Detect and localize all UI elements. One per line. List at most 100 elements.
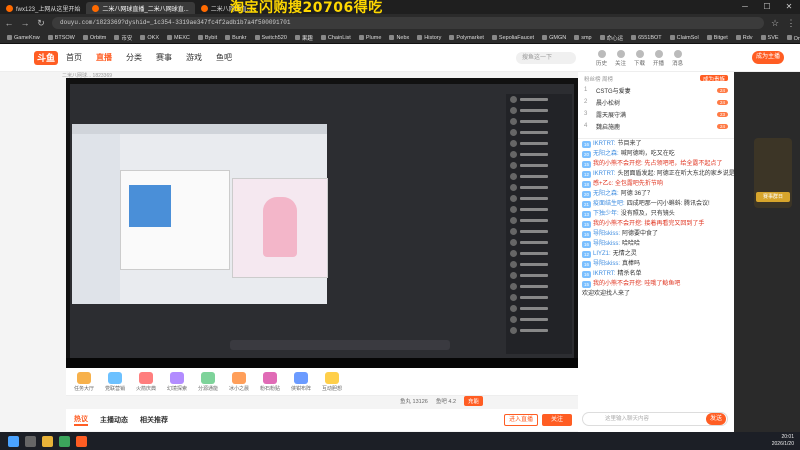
history-button[interactable]: 历史: [596, 50, 607, 67]
bookmark-item[interactable]: GameKnw: [4, 35, 43, 41]
ranking-row[interactable]: 4 魏启施鹿 24: [578, 120, 734, 132]
message-author[interactable]: 导阳skiss:: [593, 229, 620, 239]
bookmark-item[interactable]: Bitget: [704, 35, 731, 41]
become-streamer-button[interactable]: 成为主播: [752, 51, 784, 64]
video-player[interactable]: [66, 78, 578, 368]
ranking-row[interactable]: 2 晨小松树 24: [578, 96, 734, 108]
bookmark-item[interactable]: BTSOW: [45, 35, 78, 41]
forward-icon[interactable]: →: [20, 18, 30, 28]
url-input[interactable]: douyu.com/1823369?dyshid=_1c354-3319ae34…: [52, 17, 764, 29]
message-author[interactable]: IKRTRT:: [593, 169, 615, 179]
menu-icon[interactable]: ⋮: [786, 18, 796, 29]
message-author[interactable]: LIYZ1:: [593, 249, 611, 259]
browser-tab[interactable]: fwx123_上网从这里开始: [0, 2, 86, 14]
message-author[interactable]: IKRTRT:: [593, 139, 615, 149]
bookmark-item[interactable]: Bybit: [195, 35, 220, 41]
reload-icon[interactable]: ↻: [36, 18, 46, 29]
follow-list-button[interactable]: 关注: [615, 50, 626, 67]
message-author[interactable]: 导阳skiss:: [593, 259, 620, 269]
nav-live[interactable]: 直播: [96, 52, 112, 63]
bookmark-item[interactable]: 6551BOT: [628, 35, 665, 41]
bookmark-item[interactable]: ChainList: [318, 35, 354, 41]
chat-message: 16 IKRTRT: 精杀名单: [578, 269, 734, 279]
tab-streamer-news[interactable]: 主播动态: [100, 415, 128, 425]
folder-icon[interactable]: [42, 435, 53, 447]
search-input[interactable]: 搜鱼这一下: [516, 52, 576, 64]
bookmark-item[interactable]: Polymarket: [446, 35, 487, 41]
douyu-icon[interactable]: [76, 435, 87, 447]
bookmark-item[interactable]: Nebx: [386, 35, 412, 41]
message-author[interactable]: 无阳之森:: [593, 189, 619, 199]
noble-button[interactable]: 成为贵族: [699, 75, 728, 83]
message-author[interactable]: 疫面结生吧:: [593, 199, 625, 209]
bookmark-item[interactable]: SVE: [758, 35, 782, 41]
bookmark-item[interactable]: smp: [571, 35, 594, 41]
bookmark-item[interactable]: Bunkr: [222, 35, 249, 41]
nav-fishbar[interactable]: 鱼吧: [216, 52, 232, 63]
text-placeholder: [520, 318, 548, 321]
os-taskbar: [0, 432, 800, 450]
gift-item[interactable]: 分源通能: [194, 371, 222, 392]
bookmark-item[interactable]: Rdv: [733, 35, 756, 41]
message-author[interactable]: 导阳skiss:: [593, 239, 620, 249]
gift-item[interactable]: 党联营销: [101, 371, 129, 392]
stream-chat-row: [506, 193, 572, 204]
gift-item[interactable]: 互动胆想: [318, 371, 346, 392]
nav-games[interactable]: 游戏: [186, 52, 202, 63]
gift-item[interactable]: 粉石粉贴: [256, 371, 284, 392]
fans-count: 鱼丸 13126: [400, 399, 428, 405]
player-controls[interactable]: [66, 358, 578, 368]
back-icon[interactable]: ←: [4, 18, 14, 28]
bookmark-item[interactable]: OKX: [137, 35, 162, 41]
bookmark-item[interactable]: Plume: [356, 35, 385, 41]
messages-button[interactable]: 消息: [672, 50, 683, 67]
bookmark-favicon-icon: [706, 35, 712, 40]
message-author[interactable]: 无阳之森:: [593, 149, 619, 159]
tab-hot[interactable]: 热议: [74, 414, 88, 426]
message-author[interactable]: 下独少年:: [593, 209, 619, 219]
bookmark-item[interactable]: Switch520: [252, 35, 290, 41]
event-trophy[interactable]: 赛事群日: [754, 138, 792, 208]
bookmark-item[interactable]: ClaimSol: [667, 35, 702, 41]
ranking-row[interactable]: 3 露天展守满 23: [578, 108, 734, 120]
bookmark-item[interactable]: GMGN: [539, 35, 569, 41]
bookmark-label: Polymarket: [456, 34, 484, 41]
charge-button[interactable]: 充能: [464, 396, 484, 406]
bookmark-item[interactable]: 果趣: [292, 34, 316, 42]
tab-related[interactable]: 相关推荐: [140, 415, 168, 425]
browser-tab-active[interactable]: 二米八网球直播_二米八网球直...: [86, 2, 195, 14]
nav-category[interactable]: 分类: [126, 52, 142, 63]
bookmark-item[interactable]: History: [414, 35, 444, 41]
nav-home[interactable]: 首页: [66, 52, 82, 63]
site-logo[interactable]: 斗鱼: [34, 51, 58, 65]
start-icon[interactable]: [8, 435, 19, 447]
follow-button[interactable]: 关注: [542, 414, 572, 426]
close-icon[interactable]: ✕: [778, 0, 800, 14]
nav-events[interactable]: 赛事: [156, 52, 172, 63]
search-icon[interactable]: [25, 435, 36, 447]
bookmark-item[interactable]: SepoliaFaucet: [489, 35, 537, 41]
send-button[interactable]: 发送: [706, 413, 726, 425]
message-author[interactable]: IKRTRT:: [593, 269, 615, 279]
gift-item[interactable]: 冰小之晨: [225, 371, 253, 392]
chat-message: 16 导阳skiss: 阿德要中食了: [578, 229, 734, 239]
stream-desktop: [70, 84, 574, 358]
bookmark-item[interactable]: 币安: [111, 34, 135, 42]
ranking-row[interactable]: 1 CSTG与爱妻 24: [578, 84, 734, 96]
enter-live-button[interactable]: 进入直播: [504, 414, 538, 426]
broadcast-button[interactable]: 开播: [653, 50, 664, 67]
bookmark-item[interactable]: Onlve - 鑫鑫: [784, 34, 800, 42]
chrome-icon[interactable]: [59, 435, 70, 447]
chat-header-title[interactable]: 粉丝榜 周榜: [584, 75, 613, 83]
gift-item[interactable]: 任务大厅: [70, 371, 98, 392]
maximize-icon[interactable]: ☐: [756, 0, 778, 14]
minimize-icon[interactable]: ─: [734, 0, 756, 14]
bookmark-item[interactable]: Orbitm: [80, 35, 110, 41]
download-button[interactable]: 下载: [634, 50, 645, 67]
gift-item[interactable]: 侠钳布阵: [287, 371, 315, 392]
gift-item[interactable]: 火箭庆典: [132, 371, 160, 392]
bookmark-item[interactable]: MEXC: [164, 35, 193, 41]
bookmark-item[interactable]: 命心运: [597, 34, 627, 42]
gift-item[interactable]: 幻境探索: [163, 371, 191, 392]
star-icon[interactable]: ☆: [770, 18, 780, 29]
